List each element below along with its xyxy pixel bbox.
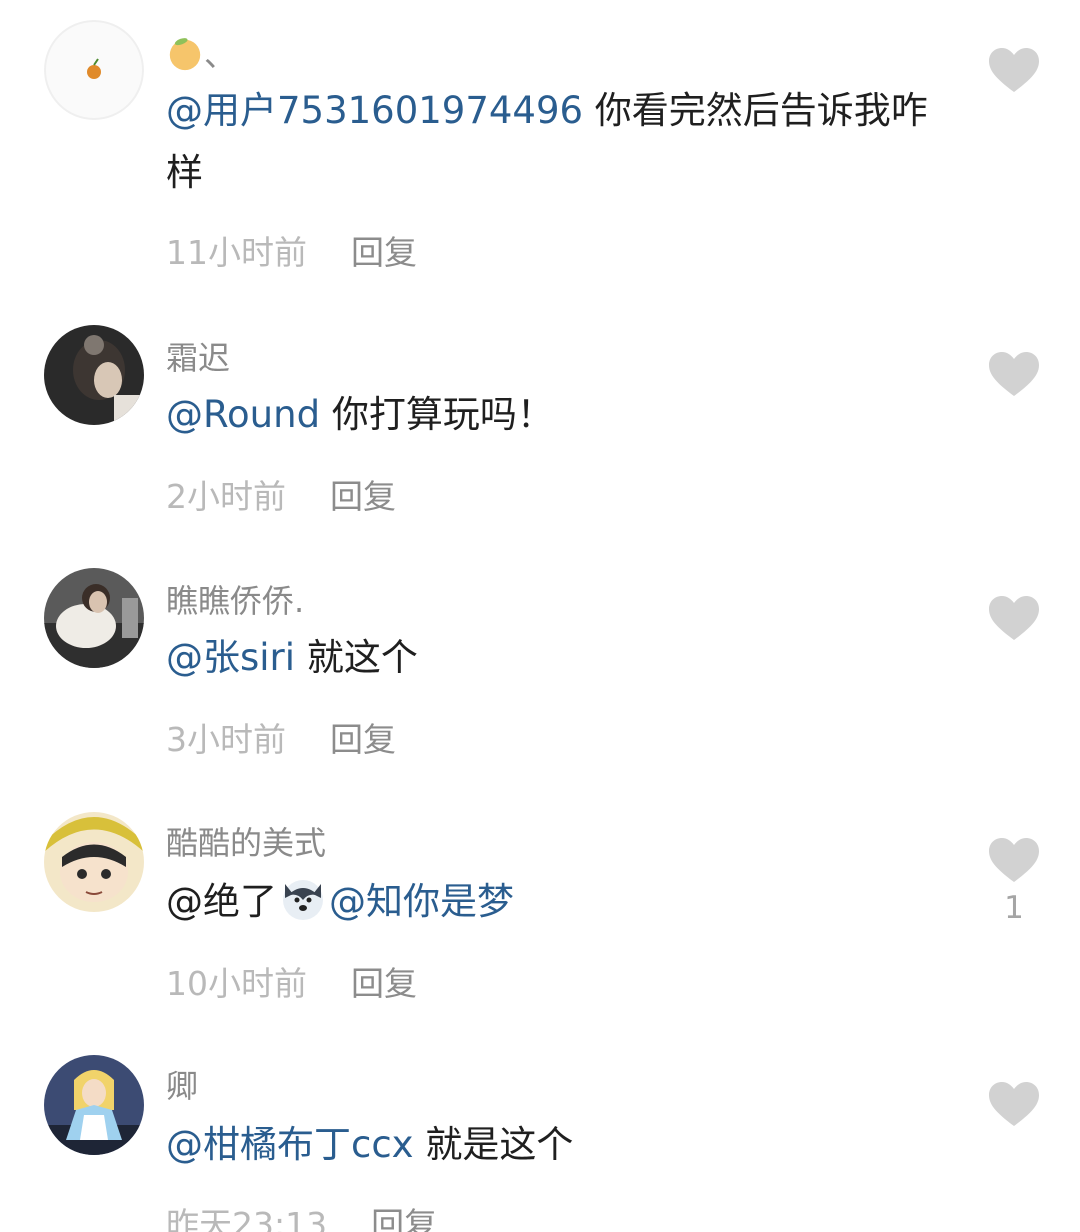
comment-text: @柑橘布丁ccx 就是这个 xyxy=(166,1123,574,1166)
comment-meta: 昨天23:13 回复 xyxy=(166,1198,437,1232)
comment-text: @用户7531601974496 你看完然后告诉我咋样 xyxy=(166,89,928,194)
avatar[interactable] xyxy=(44,1055,144,1155)
mention-link[interactable]: @张siri xyxy=(166,636,295,679)
dog-face-emoji-icon xyxy=(279,874,327,922)
username[interactable]: 霜迟 xyxy=(166,333,230,379)
timestamp: 昨天23:13 xyxy=(166,1205,328,1232)
heart-icon xyxy=(989,352,1039,396)
timestamp: 3小时前 xyxy=(166,720,286,759)
timestamp: 11小时前 xyxy=(166,233,307,272)
reply-button[interactable]: 回复 xyxy=(330,477,396,516)
avatar[interactable] xyxy=(44,812,144,912)
timestamp: 2小时前 xyxy=(166,477,286,516)
like-count: 1 xyxy=(1004,890,1024,926)
username[interactable]: 酷酷的美式 xyxy=(166,818,326,864)
reply-button[interactable]: 回复 xyxy=(351,233,417,272)
comment-list: 、 @用户7531601974496 你看完然后告诉我咋样 11小时前 回复 霜迟 xyxy=(0,0,1080,1232)
comment-meta: 11小时前 回复 xyxy=(166,226,417,274)
timestamp: 10小时前 xyxy=(166,964,307,1003)
username[interactable]: 瞧瞧侨侨. xyxy=(166,576,304,622)
avatar[interactable] xyxy=(44,325,144,425)
like-button[interactable] xyxy=(989,48,1039,94)
avatar[interactable] xyxy=(44,568,144,668)
heart-icon xyxy=(989,596,1039,640)
like-button[interactable] xyxy=(989,838,1039,884)
mention-link[interactable]: @用户7531601974496 xyxy=(166,89,583,132)
reply-button[interactable]: 回复 xyxy=(371,1205,437,1232)
comment-meta: 3小时前 回复 xyxy=(166,713,396,761)
mention-link[interactable]: @知你是梦 xyxy=(329,880,514,923)
like-button[interactable] xyxy=(989,1082,1039,1128)
comment-meta: 10小时前 回复 xyxy=(166,957,417,1005)
username[interactable]: 卿 xyxy=(166,1061,198,1107)
heart-icon xyxy=(989,48,1039,92)
comment-text: @张siri 就这个 xyxy=(166,636,418,679)
username[interactable]: 、 xyxy=(166,30,236,76)
comment-text: @绝了 @知你是梦 xyxy=(166,871,956,933)
comment-meta: 2小时前 回复 xyxy=(166,470,396,518)
orange-emoji-icon xyxy=(166,34,204,72)
comment-text: @Round 你打算玩吗！ xyxy=(166,393,554,436)
heart-icon xyxy=(989,838,1039,882)
mention-link[interactable]: @Round xyxy=(166,393,320,436)
heart-icon xyxy=(989,1082,1039,1126)
like-button[interactable] xyxy=(989,352,1039,398)
reply-button[interactable]: 回复 xyxy=(351,964,417,1003)
mention-link[interactable]: @柑橘布丁ccx xyxy=(166,1123,414,1166)
like-button[interactable] xyxy=(989,596,1039,642)
avatar[interactable] xyxy=(44,20,144,120)
reply-button[interactable]: 回复 xyxy=(330,720,396,759)
